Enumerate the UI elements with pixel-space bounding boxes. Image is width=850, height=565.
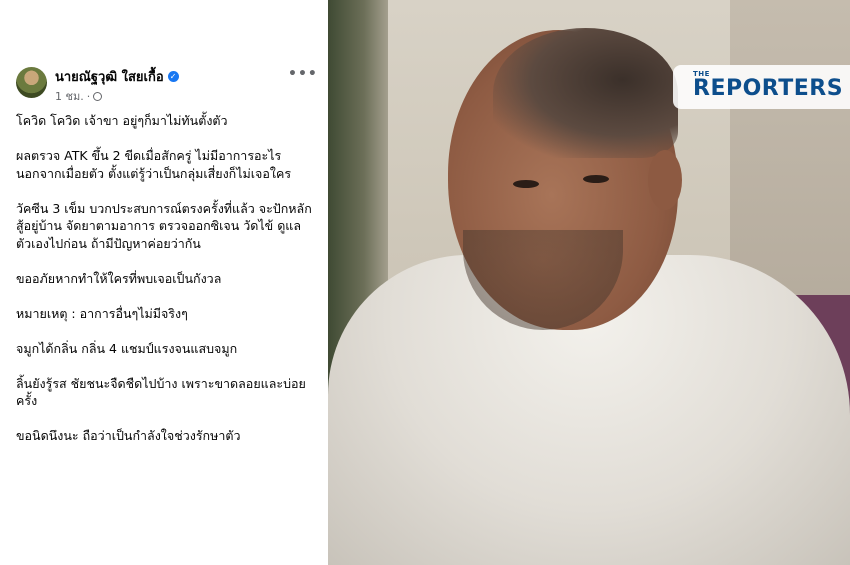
left-eye — [513, 180, 539, 188]
post-paragraph: ผลตรวจ ATK ขึ้น 2 ขีดเมื่อสักครู่ ไม่มีอ… — [16, 148, 292, 181]
facebook-post: นายณัฐวุฒิ ใสยเกื้อ ✓ 1 ชม. · ••• โควิด … — [0, 0, 328, 565]
avatar[interactable] — [16, 67, 47, 98]
watermark-main-text: REPORTERS — [693, 76, 844, 101]
post-body: โควิด โควิด เจ้าขา อยู่ๆก็มาไม่ทันตั้งตั… — [16, 112, 314, 462]
post-paragraph: โควิด โควิด เจ้าขา อยู่ๆก็มาไม่ทันตั้งตั… — [16, 113, 228, 128]
right-eye — [583, 175, 609, 183]
meta-separator: · — [86, 89, 91, 103]
post-paragraph: หมายเหตุ : อาการอื่นๆไม่มีจริงๆ — [16, 305, 188, 321]
author-name[interactable]: นายณัฐวุฒิ ใสยเกื้อ — [55, 66, 164, 87]
reporters-watermark-logo: THE REPORTERS — [673, 65, 850, 109]
hair — [493, 28, 678, 158]
more-options-button[interactable]: ••• — [288, 66, 318, 82]
post-paragraph: วัคซีน 3 เข็ม บวกประสบการณ์ตรงครั้งที่แล… — [16, 200, 312, 251]
post-paragraph: ขอนิดนึงนะ ถือว่าเป็นกำลังใจช่วงรักษาตัว — [16, 428, 241, 443]
author-row: นายณัฐวุฒิ ใสยเกื้อ ✓ — [55, 66, 179, 87]
globe-icon[interactable] — [93, 91, 103, 101]
post-paragraph: ขออภัยหากทำให้ใครที่พบเจอเป็นกังวล — [16, 270, 222, 286]
post-meta: 1 ชม. · — [55, 87, 103, 105]
post-paragraph: ลิ้นยังรู้รส ชัยชนะจืดชืดไปบ้าง เพราะขาด… — [16, 375, 306, 409]
ear — [648, 150, 682, 210]
post-paragraph: จมูกได้กลิ่น กลิ่น 4 แชมป์แรงจนแสบจมูก — [16, 340, 238, 356]
verified-badge-icon: ✓ — [167, 71, 179, 82]
post-time[interactable]: 1 ชม. — [55, 87, 84, 105]
